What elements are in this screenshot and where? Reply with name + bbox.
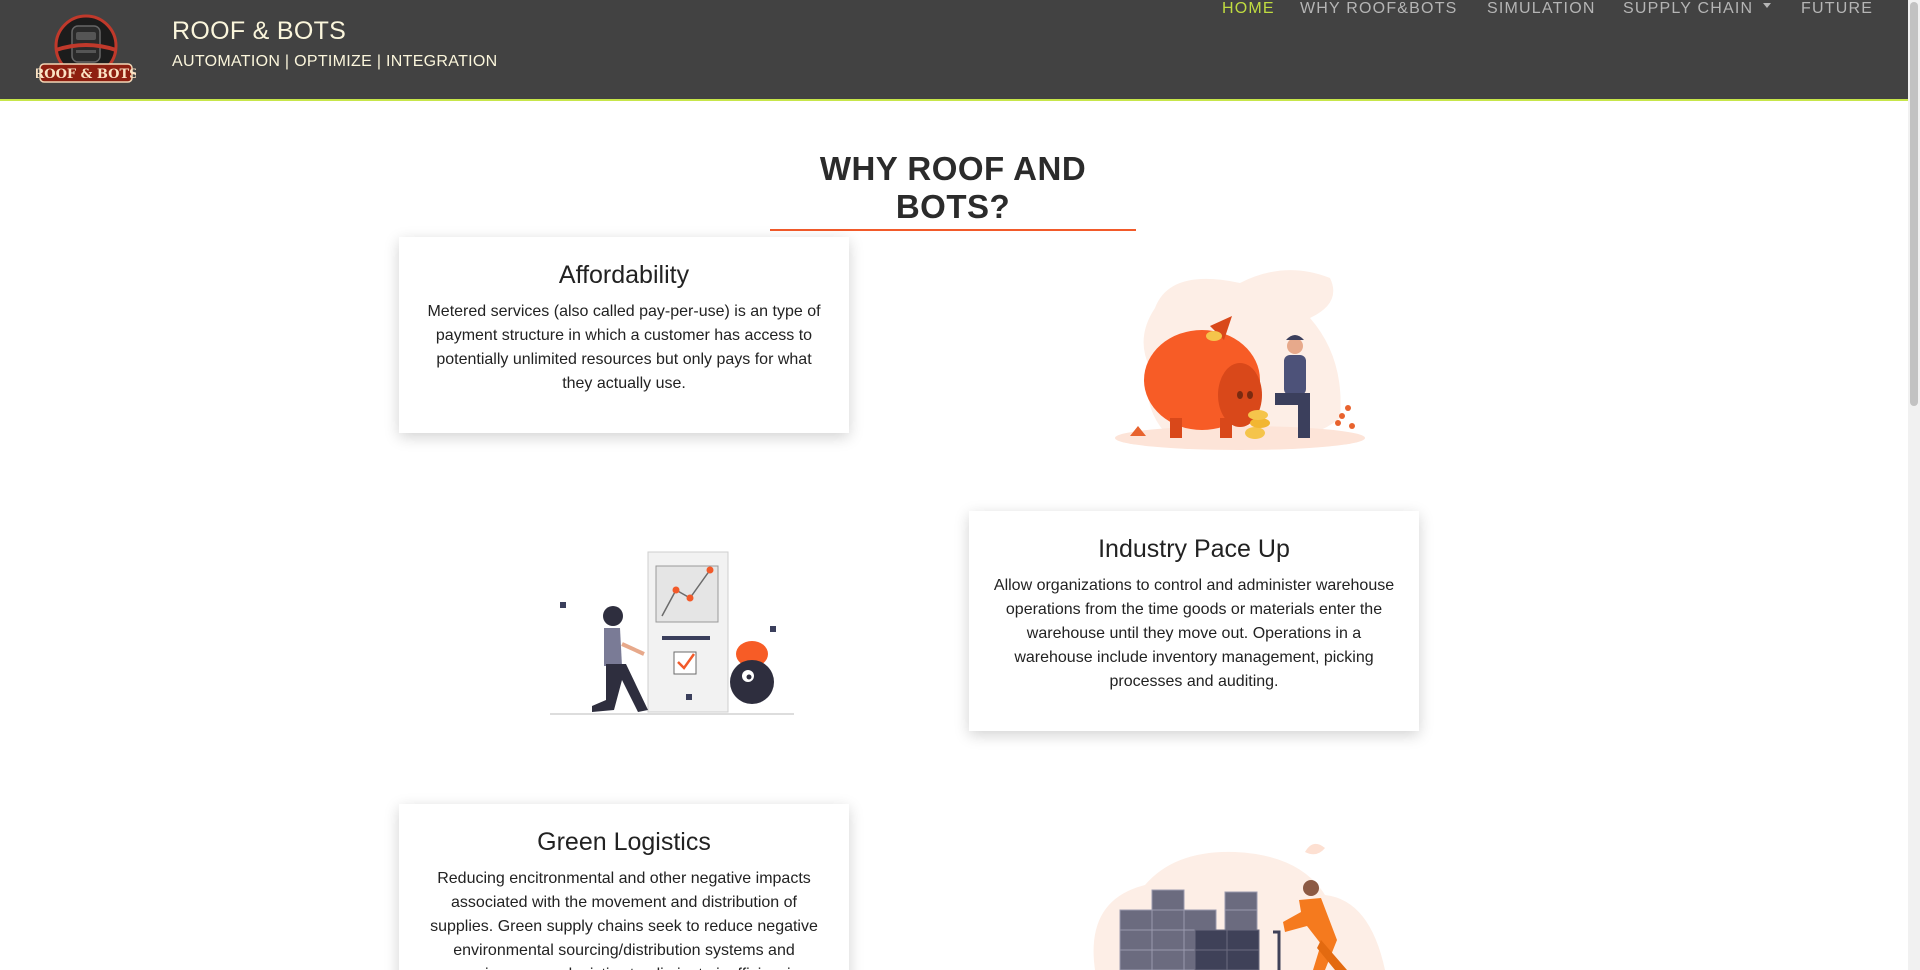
scrollbar-thumb[interactable]: [1910, 2, 1918, 406]
section-title: WHY ROOF AND BOTS?: [770, 150, 1136, 231]
brand-tagline: AUTOMATION | OPTIMIZE | INTEGRATION: [172, 53, 498, 70]
card-title: Green Logistics: [537, 828, 711, 856]
feature-card-industry-pace-up: Industry Pace Up Allow organizations to …: [969, 511, 1419, 731]
caret-down-icon: [1763, 3, 1772, 9]
roof-and-bots-logo[interactable]: ROOF & BOTS: [33, 12, 139, 90]
card-body: Allow organizations to control and admin…: [993, 577, 1395, 690]
brand-title[interactable]: ROOF & BOTS: [172, 17, 346, 46]
piggy-bank-illustration: [1110, 268, 1370, 458]
top-navbar: ROOF & BOTS ROOF & BOTS AUTOMATION | OPT…: [0, 0, 1908, 101]
nav-simulation[interactable]: SIMULATION: [1487, 0, 1596, 18]
nav-home[interactable]: HOME: [1222, 0, 1275, 18]
nav-why-roof-bots[interactable]: WHY ROOF&BOTS: [1300, 0, 1458, 18]
nav-supply-chain-label: SUPPLY CHAIN: [1623, 0, 1754, 17]
card-title: Affordability: [558, 261, 690, 289]
feature-card-affordability: Affordability Metered services (also cal…: [399, 237, 849, 433]
card-title: Industry Pace Up: [1098, 535, 1290, 563]
card-body: Reducing encitronmental and other negati…: [430, 870, 818, 970]
card-body: Metered services (also called pay-per-us…: [427, 303, 821, 392]
feature-card-green-logistics: Green Logistics Reducing encitronmental …: [399, 804, 849, 970]
nav-future[interactable]: FUTURE: [1801, 0, 1873, 18]
logo-text: ROOF & BOTS: [36, 67, 136, 82]
warehouse-boxes-illustration: [1085, 840, 1395, 970]
page-scrollbar[interactable]: [1908, 0, 1920, 970]
nav-supply-chain[interactable]: SUPPLY CHAIN: [1623, 0, 1772, 18]
analytics-board-illustration: [530, 548, 800, 723]
